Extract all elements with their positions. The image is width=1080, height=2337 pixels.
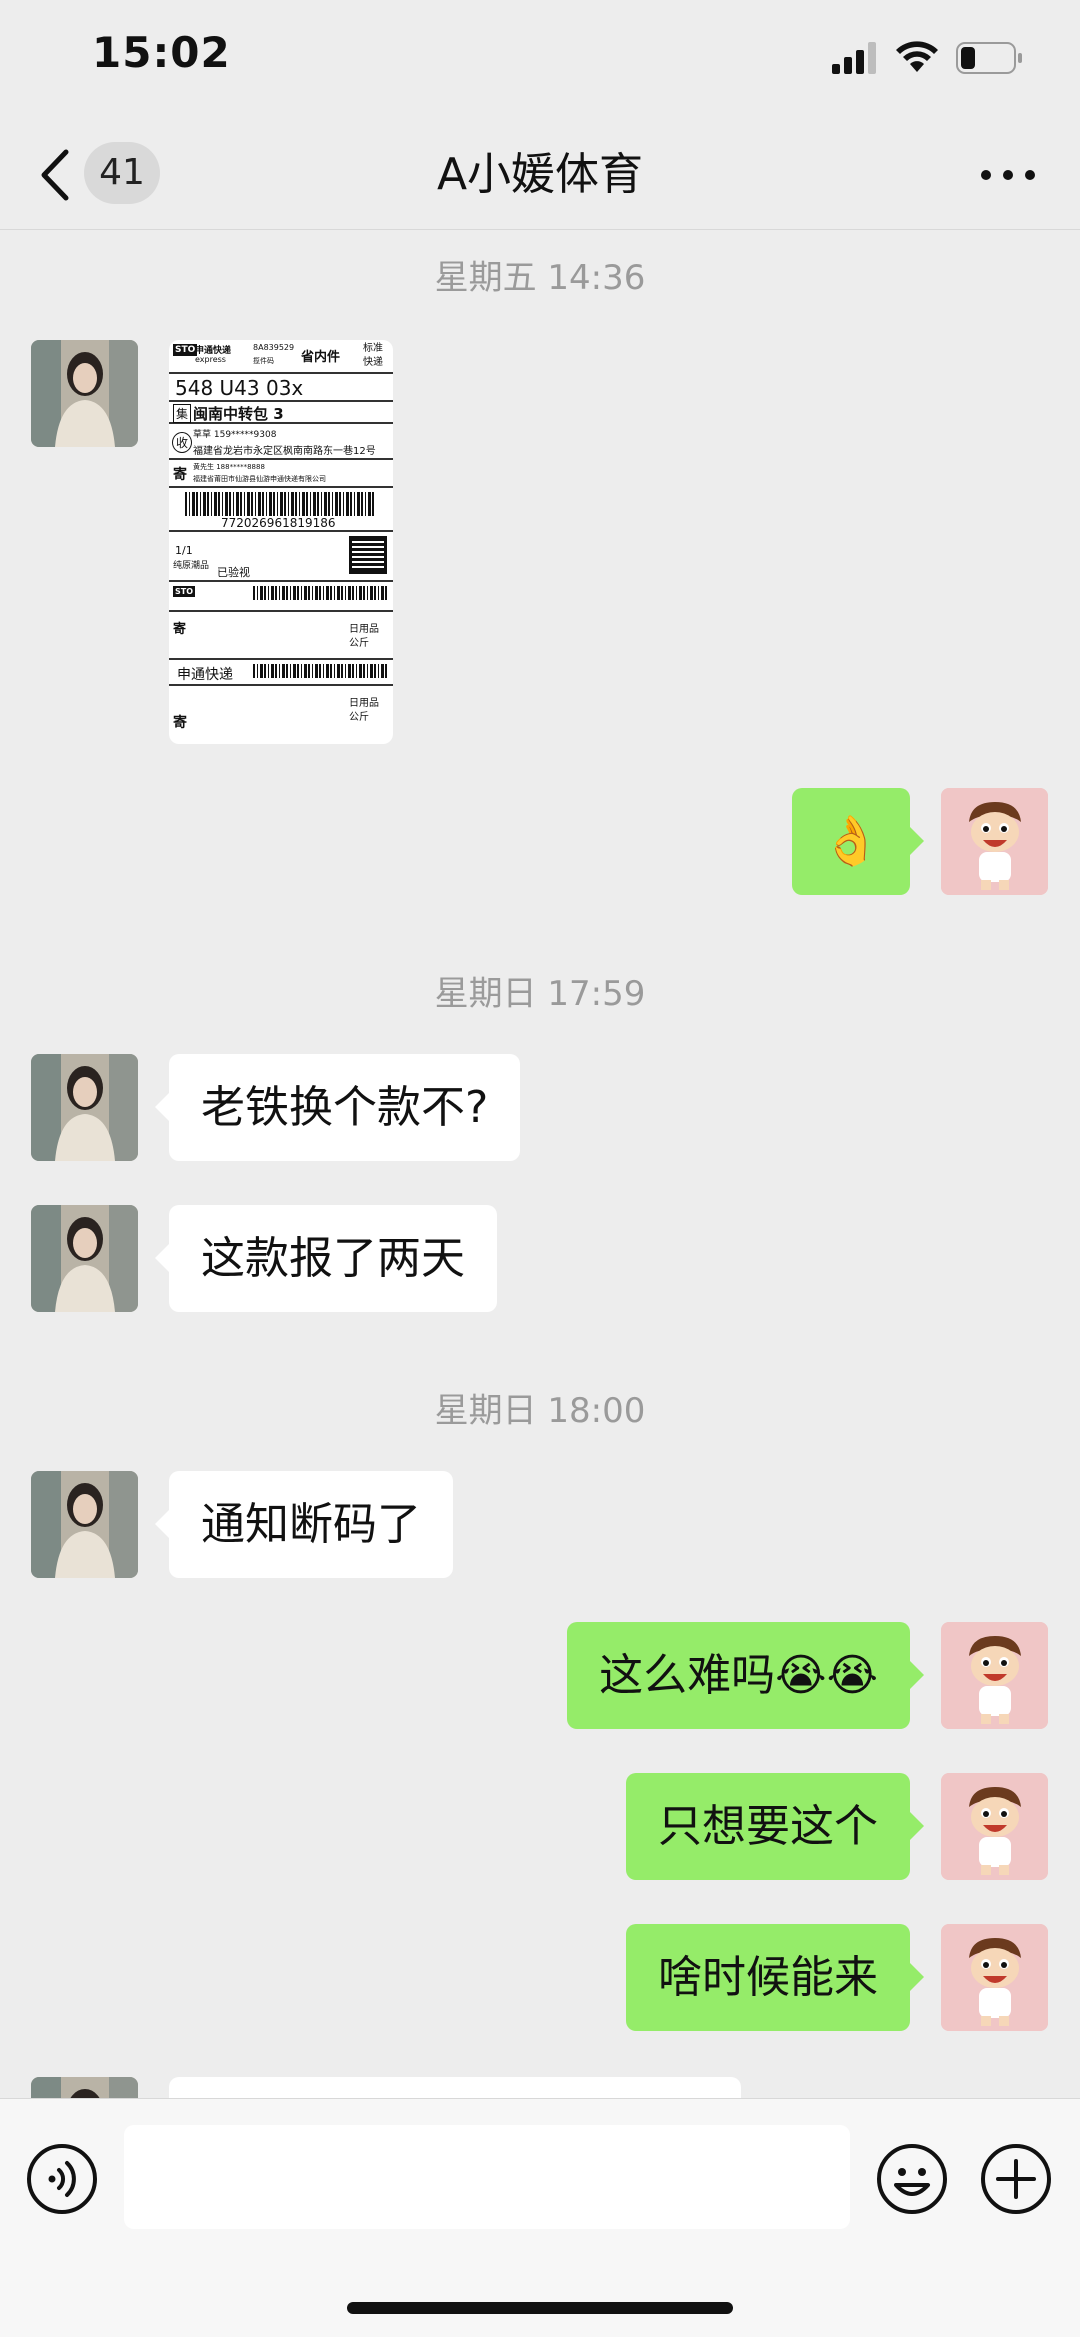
label-ji-shou: 集 bbox=[173, 404, 192, 423]
label-bottom-row: 寄 日用品 公斤 bbox=[169, 686, 393, 744]
plus-icon[interactable] bbox=[980, 2143, 1052, 2215]
label-barcode bbox=[185, 492, 375, 516]
label-sender: 黄先生 188*****8888 bbox=[193, 463, 265, 471]
label-qty: 1/1 bbox=[175, 544, 193, 557]
label-category: 纯原潮品 bbox=[173, 561, 210, 571]
my-avatar[interactable] bbox=[941, 1924, 1048, 2031]
contact-avatar[interactable] bbox=[31, 1054, 138, 1161]
shipping-label-image[interactable]: STO 申通快递 express 8A839529 揽件码 省内件 标准快递 5… bbox=[169, 340, 393, 744]
time-separator: 星期五 14:36 bbox=[434, 258, 646, 298]
qr-code-icon bbox=[349, 536, 387, 574]
my-avatar[interactable] bbox=[941, 788, 1048, 895]
label-info-row: 1/1 纯原潮品 已验视 bbox=[169, 532, 393, 582]
emoji-icon[interactable] bbox=[876, 2143, 948, 2215]
message-bubble-mine[interactable]: 只想要这个 bbox=[626, 1773, 924, 1880]
contact-avatar[interactable] bbox=[31, 1471, 138, 1578]
time-separator: 星期日 17:59 bbox=[434, 974, 646, 1014]
message-bubble[interactable]: 老铁换个款不? bbox=[154, 1054, 521, 1161]
chat-title: A小媛体育 bbox=[436, 149, 644, 200]
message-input[interactable] bbox=[124, 2125, 850, 2229]
label-barcode-small bbox=[253, 586, 387, 600]
status-time: 15:02 bbox=[92, 28, 231, 77]
label-route-row: 548 U43 03x bbox=[169, 374, 393, 402]
label-ji2: 寄 bbox=[173, 622, 187, 637]
my-avatar[interactable] bbox=[941, 1773, 1048, 1880]
message-bubble-mine[interactable]: 啥时候能来 bbox=[626, 1924, 924, 2031]
status-bar: 15:02 bbox=[0, 0, 1080, 120]
unread-badge: 41 bbox=[84, 142, 160, 204]
chat-screen: 15:02 41 A小媛体育 星期五 14:36 STO 申通快递 expres… bbox=[0, 0, 1080, 2337]
label-ji: 寄 bbox=[173, 467, 187, 483]
label-goods-b: 日用品 bbox=[349, 698, 379, 709]
contact-avatar-image bbox=[31, 1471, 138, 1578]
cartoon-boy-avatar-icon bbox=[941, 1773, 1048, 1880]
contact-avatar[interactable] bbox=[31, 340, 138, 447]
contact-avatar[interactable] bbox=[31, 1205, 138, 1312]
label-hub-row: 集 闽南中转包 3 bbox=[169, 402, 393, 424]
cartoon-boy-avatar-icon bbox=[941, 1622, 1048, 1729]
label-barcode-3 bbox=[253, 664, 387, 678]
label-goods2: 公斤 bbox=[349, 638, 369, 649]
message-bubble-partial[interactable] bbox=[169, 2077, 741, 2098]
my-avatar[interactable] bbox=[941, 1622, 1048, 1729]
message-bubble[interactable]: 这款报了两天 bbox=[155, 1205, 497, 1312]
time-separator: 星期日 18:00 bbox=[434, 1391, 646, 1431]
sto-logo-small: STO bbox=[173, 586, 196, 597]
label-brand2-row: STO bbox=[169, 582, 393, 612]
message-bubble-mine[interactable]: 这么难吗😭😭 bbox=[567, 1622, 924, 1729]
contact-avatar-image bbox=[31, 1054, 138, 1161]
label-code-sub: 揽件码 bbox=[253, 357, 274, 365]
label-goods2-b: 公斤 bbox=[349, 712, 369, 723]
label-inspected: 已验视 bbox=[217, 566, 250, 579]
label-recipient-row: 收 草草 159*****9308 福建省龙岩市永定区枫南南路东一巷12号 bbox=[169, 424, 393, 460]
label-shou: 收 bbox=[172, 432, 193, 453]
label-recipient: 草草 159*****9308 bbox=[193, 430, 277, 440]
cartoon-boy-avatar-icon bbox=[941, 1924, 1048, 2031]
label-hub: 闽南中转包 3 bbox=[193, 405, 284, 423]
battery-icon bbox=[956, 42, 1022, 74]
label-brand2: 申通快递 bbox=[177, 667, 233, 683]
label-lower-row: 寄 日用品 公斤 bbox=[169, 612, 393, 660]
voice-icon[interactable] bbox=[26, 2143, 98, 2215]
home-indicator bbox=[347, 2302, 733, 2314]
contact-avatar-image bbox=[31, 2077, 138, 2098]
contact-avatar-image bbox=[31, 1205, 138, 1312]
label-brand3-row: 申通快递 bbox=[169, 660, 393, 686]
label-type: 省内件 bbox=[301, 350, 341, 365]
contact-avatar-image bbox=[31, 340, 138, 447]
label-route: 548 U43 03x bbox=[175, 376, 304, 400]
wifi-icon bbox=[896, 41, 938, 72]
sto-logo: STO bbox=[173, 344, 198, 356]
label-brand-en: express bbox=[195, 355, 226, 364]
more-icon[interactable] bbox=[968, 150, 1048, 200]
message-bubble[interactable]: 通知断码了 bbox=[155, 1471, 453, 1578]
chevron-left-icon bbox=[41, 149, 69, 201]
contact-avatar-partial[interactable] bbox=[31, 2077, 138, 2098]
cartoon-boy-avatar-icon bbox=[941, 788, 1048, 895]
sticker-bubble[interactable]: 👌 bbox=[792, 788, 924, 895]
label-goods: 日用品 bbox=[349, 624, 379, 635]
message-list[interactable]: 星期五 14:36 STO 申通快递 express 8A839529 揽件码 … bbox=[0, 230, 1080, 2098]
label-barcode-row: 772026961819186 bbox=[169, 488, 393, 532]
label-header-row: STO 申通快递 express 8A839529 揽件码 省内件 标准快递 bbox=[169, 340, 393, 374]
label-ji3: 寄 bbox=[173, 715, 187, 731]
nav-bar: 41 A小媛体育 bbox=[0, 120, 1080, 230]
label-code: 8A839529 bbox=[253, 343, 295, 352]
label-sender-company: 福建省莆田市仙游县仙游申通快递有限公司 bbox=[193, 475, 326, 483]
back-button[interactable]: 41 bbox=[36, 142, 166, 206]
signal-icon bbox=[832, 42, 876, 74]
label-sender-row: 寄 黄先生 188*****8888 福建省莆田市仙游县仙游申通快递有限公司 bbox=[169, 460, 393, 488]
label-tracking: 772026961819186 bbox=[221, 516, 336, 530]
label-service: 标准快递 bbox=[363, 343, 383, 368]
label-address: 福建省龙岩市永定区枫南南路东一巷12号 bbox=[193, 446, 376, 457]
